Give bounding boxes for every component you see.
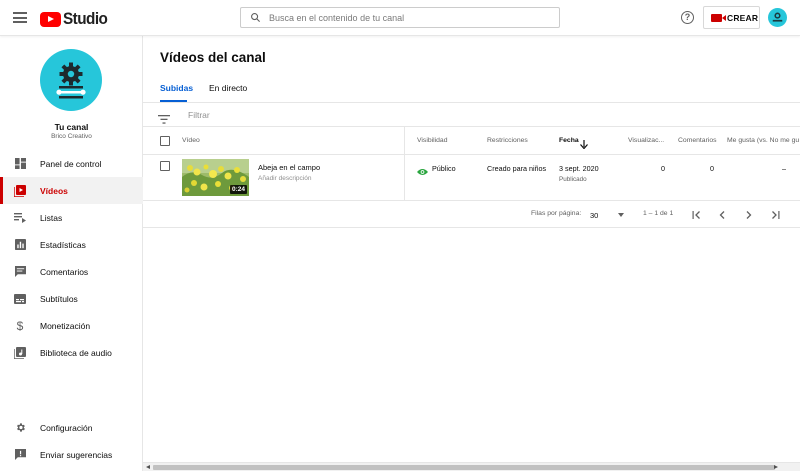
playlists-icon [0,212,40,223]
filter-bar [143,103,800,127]
sidebar-item-settings[interactable]: Configuración [0,414,143,441]
column-header-comments[interactable]: Comentarios [678,137,717,144]
date-value: 3 sept. 2020 [559,164,599,173]
dropdown-caret-icon [618,213,624,217]
sidebar-item-comments[interactable]: Comentarios [0,258,143,285]
sidebar-item-dashboard[interactable]: Panel de control [0,150,143,177]
account-avatar[interactable] [768,8,787,27]
sidebar-item-label: Listas [40,212,63,223]
menu-icon[interactable] [13,12,27,23]
column-header-video: Vídeo [182,137,200,144]
sidebar-item-videos[interactable]: Vídeos [0,177,143,204]
table-row[interactable]: 0:24 Abeja en el campo Añadir descripció… [143,155,800,201]
studio-logo[interactable]: Studio [40,9,112,29]
sidebar-item-label: Biblioteca de audio [40,347,112,358]
sidebar-item-label: Panel de control [40,158,102,169]
videos-icon [0,184,40,197]
column-header-likes[interactable]: Me gusta (vs. No me gu [727,137,799,144]
visibility-status[interactable]: Público [432,164,456,173]
filter-input[interactable] [188,110,388,120]
sidebar: Tu canal Brico Creativo Panel de control… [0,36,143,471]
restrictions-value[interactable]: Creado para niños [487,164,546,173]
column-header-date[interactable]: Fecha [559,137,579,144]
eye-icon [417,163,428,181]
sidebar-item-label: Estadísticas [40,239,86,250]
gear-icon [0,422,40,433]
column-header-restrictions[interactable]: Restricciones [487,137,528,144]
views-value: 0 [661,164,665,173]
date-status: Publicado [559,176,587,183]
channel-avatar[interactable] [40,49,102,111]
pagination-bar: Filas por página: 30 1 – 1 de 1 [143,201,800,228]
sidebar-item-label: Comentarios [40,266,89,277]
youtube-play-icon [40,11,61,27]
video-camera-icon [711,13,726,22]
top-app-bar: Studio ? CREAR [0,0,800,36]
logo-text: Studio [63,9,108,28]
sidebar-item-feedback[interactable]: Enviar sugerencias [0,441,143,468]
video-description[interactable]: Añadir descripción [258,175,311,182]
rows-per-page-value: 30 [590,210,599,220]
channel-name[interactable]: Tu canal [0,122,143,132]
horizontal-scrollbar[interactable] [143,462,800,471]
search-icon[interactable] [241,12,269,23]
tab-uploads[interactable]: Subidas [160,83,193,93]
subtitles-icon [0,293,40,304]
likes-value: – [782,164,786,173]
sidebar-item-analytics[interactable]: Estadísticas [0,231,143,258]
last-page-icon[interactable] [768,208,782,222]
next-page-icon[interactable] [742,208,756,222]
tab-live[interactable]: En directo [209,83,247,93]
sidebar-item-audio-library[interactable]: Biblioteca de audio [0,339,143,366]
sidebar-item-subtitles[interactable]: Subtítulos [0,285,143,312]
main-content: Vídeos del canal Subidas En directo Víde… [143,36,800,471]
column-header-views[interactable]: Visualizac... [628,137,664,144]
row-checkbox[interactable] [160,161,170,171]
help-icon[interactable]: ? [681,11,694,24]
comments-icon [0,266,40,277]
table-header: Vídeo Visibilidad Restricciones Fecha Vi… [143,127,800,155]
previous-page-icon[interactable] [715,208,729,222]
create-label: CREAR [727,12,759,23]
video-duration: 0:24 [229,185,247,194]
feedback-icon [0,449,40,460]
create-button[interactable]: CREAR [703,6,760,29]
scroll-left-icon[interactable] [146,465,150,469]
page-title: Vídeos del canal [160,50,266,65]
video-thumbnail[interactable]: 0:24 [182,159,249,196]
audio-library-icon [0,346,40,359]
sidebar-item-label: Subtítulos [40,293,78,304]
search-input[interactable] [269,12,549,23]
sidebar-item-monetization[interactable]: $ Monetización [0,312,143,339]
sidebar-item-label: Configuración [40,422,93,433]
rows-per-page-label: Filas por página: [531,210,582,217]
comments-value: 0 [710,164,714,173]
sort-arrow-down-icon[interactable] [580,136,588,154]
video-title[interactable]: Abeja en el campo [258,163,320,172]
sidebar-item-label: Vídeos [40,185,68,196]
column-header-visibility[interactable]: Visibilidad [417,137,447,144]
channel-subtitle: Brico Creativo [51,133,92,140]
search-box[interactable] [240,7,560,28]
dollar-icon: $ [16,318,24,333]
dashboard-icon [0,158,40,169]
scroll-right-icon[interactable] [774,465,778,469]
scrollbar-thumb[interactable] [153,465,775,470]
page-range: 1 – 1 de 1 [643,210,674,217]
analytics-icon [0,239,40,250]
select-all-checkbox[interactable] [160,136,170,146]
sidebar-item-playlists[interactable]: Listas [0,204,143,231]
sidebar-item-label: Enviar sugerencias [40,449,113,460]
rows-per-page-select[interactable]: 30 [590,208,626,222]
first-page-icon[interactable] [689,208,703,222]
sidebar-item-label: Monetización [40,320,91,331]
